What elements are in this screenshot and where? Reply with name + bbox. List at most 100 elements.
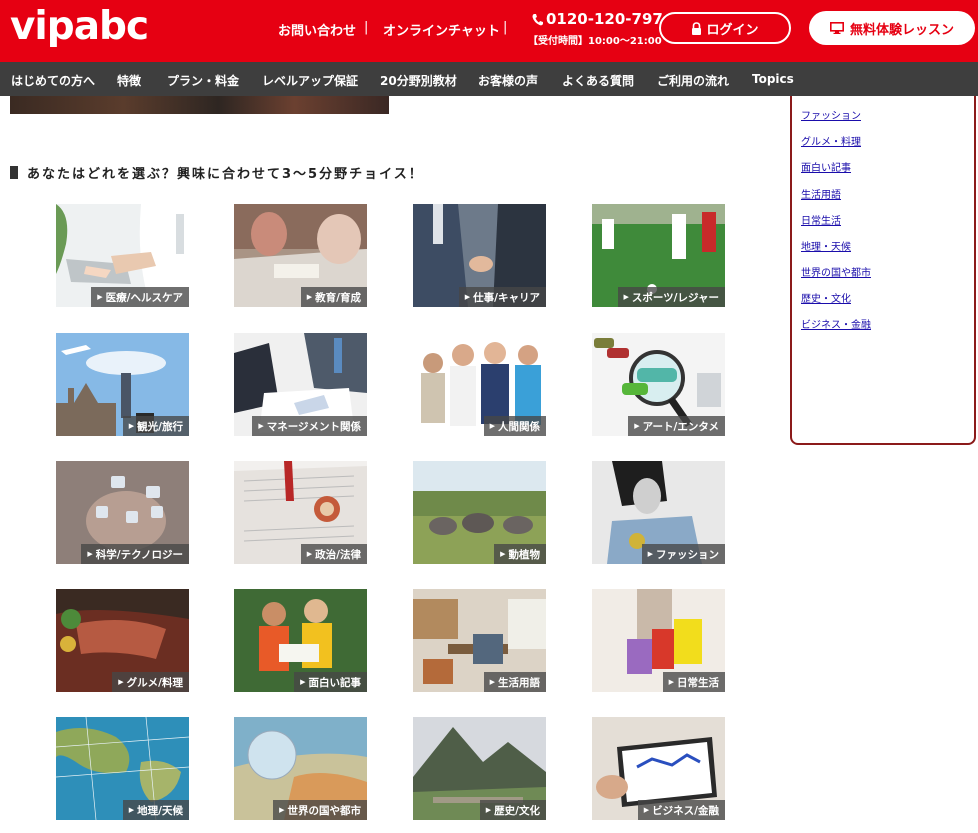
tile-caption: ▶ 科学/テクノロジー — [81, 544, 189, 564]
tile-label: グルメ/料理 — [126, 676, 183, 689]
sidebar-link-daily-words[interactable]: 生活用語 — [801, 186, 841, 201]
tile-label: 世界の国や都市 — [287, 804, 362, 817]
sidebar-link-fashion[interactable]: ファッション — [801, 107, 861, 122]
category-tile-fashion[interactable]: ▶ ファッション — [592, 461, 725, 564]
category-tile-science[interactable]: ▶ 科学/テクノロジー — [56, 461, 189, 564]
tile-label: スポーツ/レジャー — [631, 291, 719, 304]
category-tile-travel[interactable]: ▶ 観光/旅行 — [56, 333, 189, 436]
triangle-icon: ▶ — [623, 293, 629, 301]
nav-item-plans[interactable]: プラン・料金 — [167, 72, 239, 89]
nav-item-beginners[interactable]: はじめての方へ — [11, 72, 95, 89]
triangle-icon: ▶ — [647, 550, 653, 558]
tile-caption: ▶ ビジネス/金融 — [637, 800, 725, 820]
category-tile-medical[interactable]: ▶ 医療/ヘルスケア — [56, 204, 189, 307]
triangle-icon: ▶ — [634, 422, 640, 430]
tile-caption: ▶ グルメ/料理 — [112, 672, 189, 692]
tile-caption: ▶ 面白い記事 — [294, 672, 367, 692]
tile-caption: ▶ スポーツ/レジャー — [617, 287, 725, 307]
tile-caption: ▶ 政治/法律 — [300, 544, 367, 564]
top-header: vipabc お問い合わせ | オンラインチャット | 0120-120-797… — [0, 0, 978, 62]
tile-label: 地理/天候 — [137, 804, 183, 817]
category-tile-history[interactable]: ▶ 歴史/文化 — [413, 717, 546, 820]
tile-label: 仕事/キャリア — [473, 291, 540, 304]
category-tile-daily-words[interactable]: ▶ 生活用語 — [413, 589, 546, 692]
business-hours: 【受付時間】10:00〜21:00 — [528, 36, 662, 47]
tile-label: ファッション — [656, 548, 719, 561]
hero-image — [10, 96, 389, 114]
phone-icon — [532, 14, 543, 26]
main-nav: はじめての方へ 特徴 プラン・料金 レベルアップ保証 20分野別教材 お客様の声… — [0, 62, 978, 96]
tile-caption: ▶ 観光/旅行 — [122, 416, 189, 436]
category-tile-politics[interactable]: ▶ 政治/法律 — [234, 461, 367, 564]
category-tile-animals[interactable]: ▶ 動植物 — [413, 461, 546, 564]
triangle-icon: ▶ — [128, 806, 135, 814]
tile-caption: ▶ アート/エンタメ — [628, 416, 725, 436]
online-chat-link[interactable]: オンラインチャット — [383, 20, 500, 39]
triangle-icon: ▶ — [500, 550, 506, 558]
tile-caption: ▶ 人間関係 — [483, 416, 546, 436]
triangle-icon: ▶ — [258, 422, 264, 430]
triangle-icon: ▶ — [464, 293, 471, 301]
sidebar-link-daily-life[interactable]: 日常生活 — [801, 212, 841, 227]
nav-item-faq[interactable]: よくある質問 — [562, 72, 634, 89]
sidebar-link-geography[interactable]: 地理・天候 — [801, 238, 851, 253]
sidebar-link-world-cities[interactable]: 世界の国や都市 — [801, 264, 871, 279]
category-tile-management[interactable]: ▶ マネージメント関係 — [234, 333, 367, 436]
sidebar-link-funny[interactable]: 面白い記事 — [801, 159, 851, 174]
tile-caption: ▶ 地理/天候 — [122, 800, 189, 820]
tile-label: 医療/ヘルスケア — [105, 291, 183, 304]
tile-label: 政治/法律 — [315, 548, 361, 561]
nav-item-materials[interactable]: 20分野別教材 — [380, 72, 457, 89]
category-tile-geography[interactable]: ▶ 地理/天候 — [56, 717, 189, 820]
category-tile-gourmet[interactable]: ▶ グルメ/料理 — [56, 589, 189, 692]
tile-caption: ▶ ファッション — [641, 544, 725, 564]
category-tile-business[interactable]: ▶ ビジネス/金融 — [592, 717, 725, 820]
tile-caption: ▶ 生活用語 — [483, 672, 546, 692]
tile-caption: ▶ 世界の国や都市 — [273, 800, 367, 820]
category-tile-world-cities[interactable]: ▶ 世界の国や都市 — [234, 717, 367, 820]
category-tile-funny[interactable]: ▶ 面白い記事 — [234, 589, 367, 692]
sidebar-link-history[interactable]: 歴史・文化 — [801, 290, 851, 305]
login-button[interactable]: ログイン — [659, 12, 791, 44]
category-tile-relationships[interactable]: ▶ 人間関係 — [413, 333, 546, 436]
phone-number[interactable]: 0120-120-797 — [546, 10, 663, 28]
tile-label: 日常生活 — [677, 676, 719, 689]
tile-label: 人間関係 — [498, 420, 540, 433]
header-separator: | — [503, 20, 508, 35]
triangle-icon: ▶ — [279, 806, 285, 814]
category-tile-sports[interactable]: ▶ スポーツ/レジャー — [592, 204, 725, 307]
contact-link[interactable]: お問い合わせ — [278, 20, 356, 39]
tile-label: アート/エンタメ — [642, 420, 719, 433]
nav-item-level-up[interactable]: レベルアップ保証 — [262, 72, 358, 89]
category-tile-career[interactable]: ▶ 仕事/キャリア — [413, 204, 546, 307]
triangle-icon: ▶ — [300, 678, 306, 686]
category-tile-art[interactable]: ▶ アート/エンタメ — [592, 333, 725, 436]
heading-marker — [10, 166, 18, 179]
sidebar-link-gourmet[interactable]: グルメ・料理 — [801, 133, 861, 148]
vipabc-logo[interactable]: vipabc — [10, 4, 149, 49]
tile-caption: ▶ 医療/ヘルスケア — [91, 287, 189, 307]
triangle-icon: ▶ — [643, 806, 650, 814]
triangle-icon: ▶ — [97, 293, 103, 301]
category-tile-education[interactable]: ▶ 教育/育成 — [234, 204, 367, 307]
triangle-icon: ▶ — [489, 422, 495, 430]
triangle-icon: ▶ — [485, 806, 492, 814]
tile-label: 面白い記事 — [308, 676, 362, 689]
sidebar-link-business[interactable]: ビジネス・金融 — [801, 316, 871, 331]
free-trial-label: 無料体験レッスン — [849, 22, 954, 38]
tile-label: 教育/育成 — [315, 291, 361, 304]
tile-caption: ▶ 教育/育成 — [300, 287, 367, 307]
tile-label: 歴史/文化 — [494, 804, 540, 817]
nav-item-flow[interactable]: ご利用の流れ — [657, 72, 729, 89]
lock-icon — [692, 21, 702, 35]
nav-item-topics[interactable]: Topics — [752, 72, 794, 86]
free-trial-button[interactable]: 無料体験レッスン — [809, 11, 975, 45]
triangle-icon: ▶ — [668, 678, 674, 686]
nav-item-features[interactable]: 特徴 — [117, 72, 141, 89]
category-tile-daily-life[interactable]: ▶ 日常生活 — [592, 589, 725, 692]
tile-caption: ▶ 歴史/文化 — [479, 800, 546, 820]
header-separator: | — [364, 20, 369, 35]
tile-label: 動植物 — [508, 548, 541, 561]
nav-item-voices[interactable]: お客様の声 — [478, 72, 538, 89]
tile-label: ビジネス/金融 — [652, 804, 719, 817]
